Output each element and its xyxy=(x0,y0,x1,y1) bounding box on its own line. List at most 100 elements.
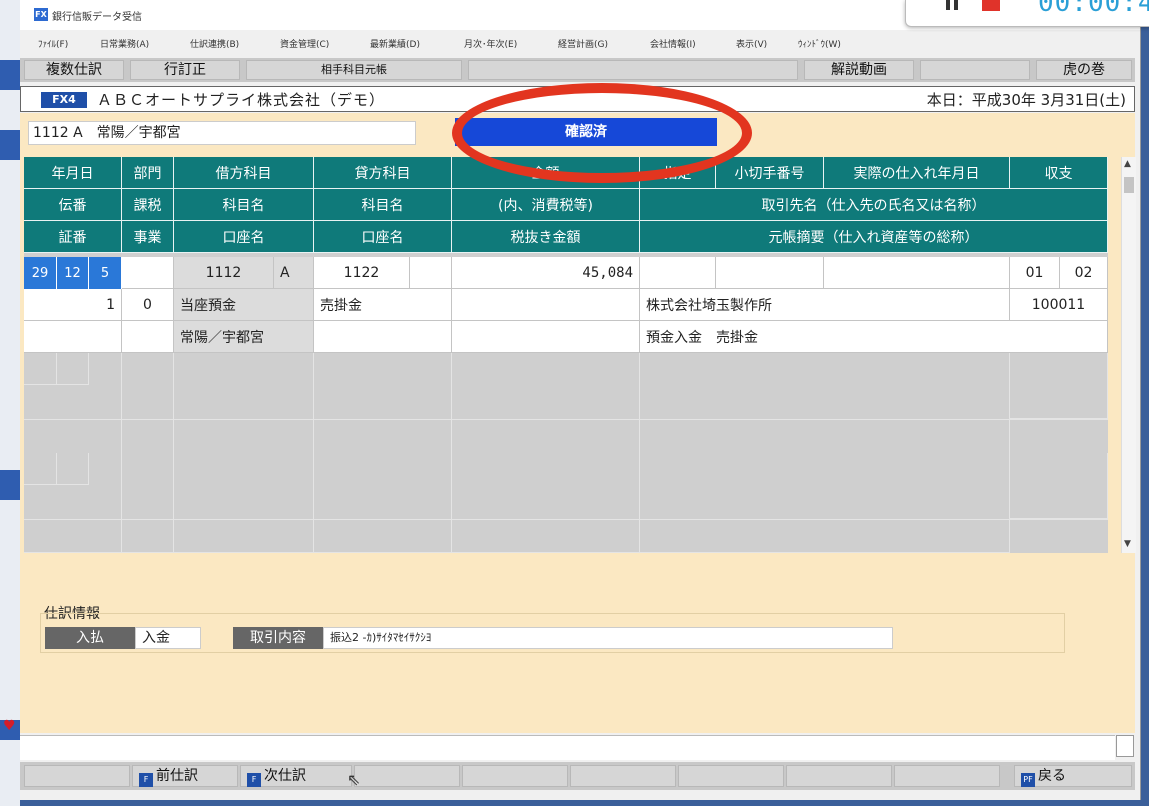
f-key-icon: F xyxy=(247,773,261,787)
background-window-strip: ♥ xyxy=(0,0,20,806)
company-name: ＡＢＣオートサプライ株式会社（デモ） xyxy=(97,91,386,109)
prev-journal-button[interactable]: F 前仕訳 xyxy=(132,765,238,787)
menu-journal-link[interactable]: 仕訳連携(B) xyxy=(190,37,239,50)
menu-daily[interactable]: 日常業務(A) xyxy=(100,37,149,50)
window-title: 銀行信販データ受信 xyxy=(52,12,142,23)
entry-denban[interactable]: 1 xyxy=(24,289,122,321)
entry-debit-code[interactable]: 1112 xyxy=(174,257,274,289)
entry-tax-amount[interactable] xyxy=(452,289,640,321)
entry-partner[interactable]: 株式会社埼玉製作所 xyxy=(640,289,1010,321)
entry-debit-name: 当座預金 xyxy=(174,289,314,321)
empty-cell xyxy=(1010,353,1108,419)
empty-cell xyxy=(174,353,314,553)
scroll-down-icon[interactable]: ▼ xyxy=(1124,539,1131,549)
recording-timer: 00:00:4 xyxy=(1038,0,1149,18)
hdr-income: 収支 xyxy=(1010,157,1108,189)
back-button[interactable]: PF 戻る xyxy=(1014,765,1132,787)
app-icon: FX xyxy=(34,8,48,21)
entry-income-1[interactable]: 01 xyxy=(1010,257,1060,289)
hdr-check-no: 小切手番号 xyxy=(716,157,824,189)
journal-form: 1112 A 常陽／宇都宮 確認済 年月日 部門 借方科目 貸方科目 金額 指定… xyxy=(20,83,1136,733)
menu-company[interactable]: 会社情報(I) xyxy=(650,37,696,50)
fn-blank xyxy=(894,765,1000,787)
hdr-tax-incl: (内、消費税等) xyxy=(452,189,640,221)
entry-income-2[interactable]: 02 xyxy=(1060,257,1108,289)
entry-amount[interactable]: 45,084 xyxy=(452,257,640,289)
hdr-credit-name: 科目名 xyxy=(314,189,452,221)
io-label: 入払 xyxy=(45,627,135,649)
message-checkbox[interactable] xyxy=(1116,735,1134,757)
entry-debit-sub[interactable]: A xyxy=(274,257,314,289)
fn-blank xyxy=(354,765,460,787)
entry-credit-account xyxy=(314,321,452,353)
entry-tax[interactable]: 0 xyxy=(122,289,174,321)
journal-grid: 年月日 部門 借方科目 貸方科目 金額 指定 小切手番号 実際の仕入れ年月日 収… xyxy=(24,157,1108,553)
grid-scrollbar[interactable]: ▲ ▼ xyxy=(1121,157,1136,553)
message-bar[interactable] xyxy=(20,735,1115,760)
hdr-shoban: 証番 xyxy=(24,221,122,253)
pause-icon[interactable] xyxy=(946,0,960,10)
menu-view[interactable]: 表示(V) xyxy=(736,37,767,50)
entry-shoban[interactable] xyxy=(24,321,122,353)
menu-file[interactable]: ﾌｧｲﾙ(F) xyxy=(38,37,68,50)
video-button[interactable]: 解説動画 xyxy=(804,60,914,80)
f-key-icon: F xyxy=(139,773,153,787)
hdr-memo: 元帳摘要（仕入れ資産等の総称） xyxy=(640,221,1108,253)
mouse-cursor-icon: ⇖ xyxy=(347,770,361,789)
multi-journal-button[interactable]: 複数仕訳 xyxy=(24,60,124,80)
entry-designation[interactable] xyxy=(640,257,716,289)
hdr-debit-name: 科目名 xyxy=(174,189,314,221)
entry-day[interactable]: 5 xyxy=(89,257,122,289)
hdr-designation: 指定 xyxy=(640,157,716,189)
fx4-badge: FX4 xyxy=(41,92,87,108)
menu-funds[interactable]: 資金管理(C) xyxy=(280,37,329,50)
entry-memo[interactable]: 預金入金 売掛金 xyxy=(640,321,1108,353)
toolbar-blank xyxy=(468,60,798,80)
pf-key-icon: PF xyxy=(1021,773,1035,787)
menu-plan[interactable]: 経営計画(G) xyxy=(558,37,608,50)
prev-journal-label: 前仕訳 xyxy=(156,768,198,784)
hdr-business: 事業 xyxy=(122,221,174,253)
entry-purchase-date[interactable] xyxy=(824,257,1010,289)
entry-business[interactable] xyxy=(122,321,174,353)
entry-debit-account: 常陽／宇都宮 xyxy=(174,321,314,353)
menu-window[interactable]: ｳｨﾝﾄﾞｳ(W) xyxy=(798,37,841,50)
entry-net-amount[interactable] xyxy=(452,321,640,353)
entry-month[interactable]: 12 xyxy=(57,257,89,289)
empty-cell xyxy=(24,353,57,385)
ledger-button[interactable]: 相手科目元帳 xyxy=(246,60,462,80)
tips-button[interactable]: 虎の巻 xyxy=(1036,60,1132,80)
entry-year[interactable]: 29 xyxy=(24,257,57,289)
row-divider xyxy=(24,519,1108,520)
scroll-up-icon[interactable]: ▲ xyxy=(1124,159,1131,169)
entry-credit-name: 売掛金 xyxy=(314,289,452,321)
entry-credit-sub[interactable] xyxy=(410,257,452,289)
menu-performance[interactable]: 最新業績(D) xyxy=(370,37,420,50)
io-value[interactable]: 入金 xyxy=(135,627,201,649)
empty-cell xyxy=(1010,453,1108,519)
back-label: 戻る xyxy=(1038,768,1066,784)
menu-bar: ﾌｧｲﾙ(F) 日常業務(A) 仕訳連携(B) 資金管理(C) 最新業績(D) … xyxy=(20,34,1140,54)
menu-monthly[interactable]: 月次･年次(E) xyxy=(464,37,517,50)
confirmed-button[interactable]: 確認済 xyxy=(455,118,717,146)
hdr-debit-account: 口座名 xyxy=(174,221,314,253)
scroll-thumb[interactable] xyxy=(1124,177,1134,193)
toolbar-blank-2 xyxy=(920,60,1030,80)
hdr-amount: 金額 xyxy=(452,157,640,189)
next-journal-button[interactable]: F 次仕訳 xyxy=(240,765,352,787)
entry-credit-code[interactable]: 1122 xyxy=(314,257,410,289)
entry-partner-code[interactable]: 100011 xyxy=(1010,289,1108,321)
empty-cell xyxy=(24,453,57,485)
hdr-purchase-date: 実際の仕入れ年月日 xyxy=(824,157,1010,189)
row-correct-button[interactable]: 行訂正 xyxy=(130,60,240,80)
entry-check-no[interactable] xyxy=(716,257,824,289)
main-window: FX 銀行信販データ受信 ﾌｧｲﾙ(F) 日常業務(A) 仕訳連携(B) 資金管… xyxy=(20,0,1141,800)
entry-dept[interactable] xyxy=(122,257,174,289)
fn-blank xyxy=(786,765,892,787)
hdr-net-amount: 税抜き金額 xyxy=(452,221,640,253)
account-field[interactable]: 1112 A 常陽／宇都宮 xyxy=(28,121,416,145)
detail-value[interactable]: 振込2 -ｶ)ｻｲﾀﾏｾｲｻｸｼﾖ xyxy=(323,627,893,649)
function-bar: F 前仕訳 F 次仕訳 PF 戻る xyxy=(20,762,1135,790)
hdr-tax: 課税 xyxy=(122,189,174,221)
stop-icon[interactable] xyxy=(982,0,1000,11)
